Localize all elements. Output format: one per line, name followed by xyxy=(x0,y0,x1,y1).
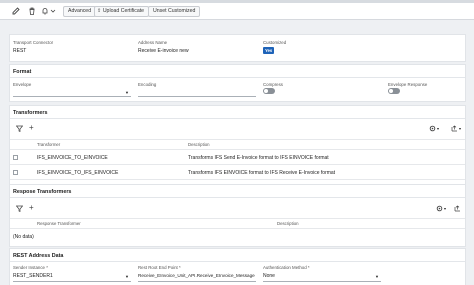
envelope-field[interactable] xyxy=(13,96,131,97)
divider xyxy=(10,261,465,262)
settings-icon[interactable] xyxy=(436,205,443,214)
notification-bell-icon[interactable] xyxy=(40,6,50,16)
upload-certificate-button[interactable]: ⇪ Upload Certificate xyxy=(94,6,150,17)
format-card: Format Envelope ▼ Encoding Compress Enve… xyxy=(9,64,466,102)
transport-connector-label: Transport Connector xyxy=(13,40,54,45)
filter-icon[interactable] xyxy=(15,205,24,214)
response-transformers-card: Respose Transformers + ▾ Response Transf… xyxy=(9,184,466,247)
transformers-title: Transformers xyxy=(13,110,48,116)
upload-icon: ⇪ xyxy=(97,8,102,14)
divider xyxy=(10,179,465,180)
dropdown-arrow-icon[interactable]: ▼ xyxy=(125,274,129,279)
advanced-button[interactable]: Advanced xyxy=(63,6,97,17)
customized-badge: Yes xyxy=(263,47,275,54)
edit-icon[interactable] xyxy=(11,6,21,16)
envelope-response-toggle[interactable] xyxy=(388,88,400,94)
encoding-field[interactable] xyxy=(138,96,256,97)
address-name-label: Address Name xyxy=(138,40,168,45)
settings-icon[interactable] xyxy=(429,125,436,134)
settings-chevron-icon[interactable]: ▾ xyxy=(437,126,439,131)
envelope-label: Envelope xyxy=(13,82,32,87)
empty-table-message: (No data) xyxy=(13,234,34,240)
dropdown-arrow-icon[interactable]: ▼ xyxy=(125,90,129,95)
transformer-cell: IFS_EINVOICE_TO_IFS_EINVOICE xyxy=(37,170,119,176)
command-toolbar: Advanced ⇪ Upload Certificate Unset Cust… xyxy=(0,3,474,20)
row-checkbox[interactable] xyxy=(13,170,18,175)
header-card: Transport Connector REST Address Name Re… xyxy=(9,34,466,62)
auth-method-field[interactable] xyxy=(263,281,381,282)
chevron-down-icon[interactable] xyxy=(50,6,56,16)
export-icon[interactable] xyxy=(454,205,461,214)
divider xyxy=(10,139,465,140)
transport-connector-value: REST xyxy=(13,48,27,54)
address-name-value: Receive E-invoice new xyxy=(138,48,189,54)
sender-instance-label: Sender Instance * xyxy=(13,265,48,270)
export-icon[interactable] xyxy=(451,125,458,134)
rest-address-card: REST Address Data Sender Instance * REST… xyxy=(9,248,466,285)
row-checkbox[interactable] xyxy=(13,155,18,160)
unset-customized-button[interactable]: Unset Customized xyxy=(148,6,201,17)
compress-label: Compress xyxy=(263,82,284,87)
root-endpoint-label: Rest Root End Point * xyxy=(138,265,181,270)
divider xyxy=(10,218,465,219)
auth-method-value[interactable]: None xyxy=(263,273,275,279)
export-chevron-icon[interactable]: ▾ xyxy=(459,126,461,131)
root-endpoint-value[interactable]: Receive_EInvoice_Unit_API.Receive_EInvoi… xyxy=(138,273,255,278)
root-endpoint-field[interactable] xyxy=(138,281,256,282)
divider xyxy=(10,228,465,229)
column-header-transformer[interactable]: Transformer xyxy=(37,142,60,147)
customized-label: Customized xyxy=(263,40,287,45)
divider xyxy=(10,197,465,198)
description-cell: Transforms IFS Send E-Invoice format to … xyxy=(188,155,329,161)
divider xyxy=(10,164,465,165)
format-title: Format xyxy=(13,69,32,75)
response-transformers-title: Respose Transformers xyxy=(13,189,72,195)
column-header-response-transformer[interactable]: Response Transformer xyxy=(37,221,81,226)
settings-chevron-icon[interactable]: ▾ xyxy=(444,206,446,211)
divider xyxy=(10,149,465,150)
compress-toggle[interactable] xyxy=(263,88,275,94)
transformers-card: Transformers + ▾ ▾ Transformer Descripti… xyxy=(9,105,466,185)
auth-method-label: Authentication Method * xyxy=(263,265,310,270)
sender-instance-value[interactable]: REST_SENDER1 xyxy=(13,273,53,279)
rest-address-title: REST Address Data xyxy=(13,253,64,259)
add-icon[interactable]: + xyxy=(29,124,34,132)
sender-instance-field[interactable] xyxy=(13,281,131,282)
column-header-description[interactable]: Description xyxy=(277,221,299,226)
envelope-response-label: Envelope Response xyxy=(388,82,428,87)
encoding-label: Encoding xyxy=(138,82,157,87)
description-cell: Transforms IFS EINVOICE format to IFS Re… xyxy=(188,170,336,176)
dropdown-arrow-icon[interactable]: ▼ xyxy=(375,274,379,279)
divider xyxy=(10,77,465,78)
divider xyxy=(10,118,465,119)
column-header-description[interactable]: Description xyxy=(188,142,210,147)
upload-certificate-label: Upload Certificate xyxy=(102,8,145,14)
delete-icon[interactable] xyxy=(27,6,37,16)
add-icon[interactable]: + xyxy=(29,204,34,212)
filter-icon[interactable] xyxy=(15,125,24,134)
transformer-cell: IFS_EINVOICE_TO_EINVOICE xyxy=(37,155,108,161)
